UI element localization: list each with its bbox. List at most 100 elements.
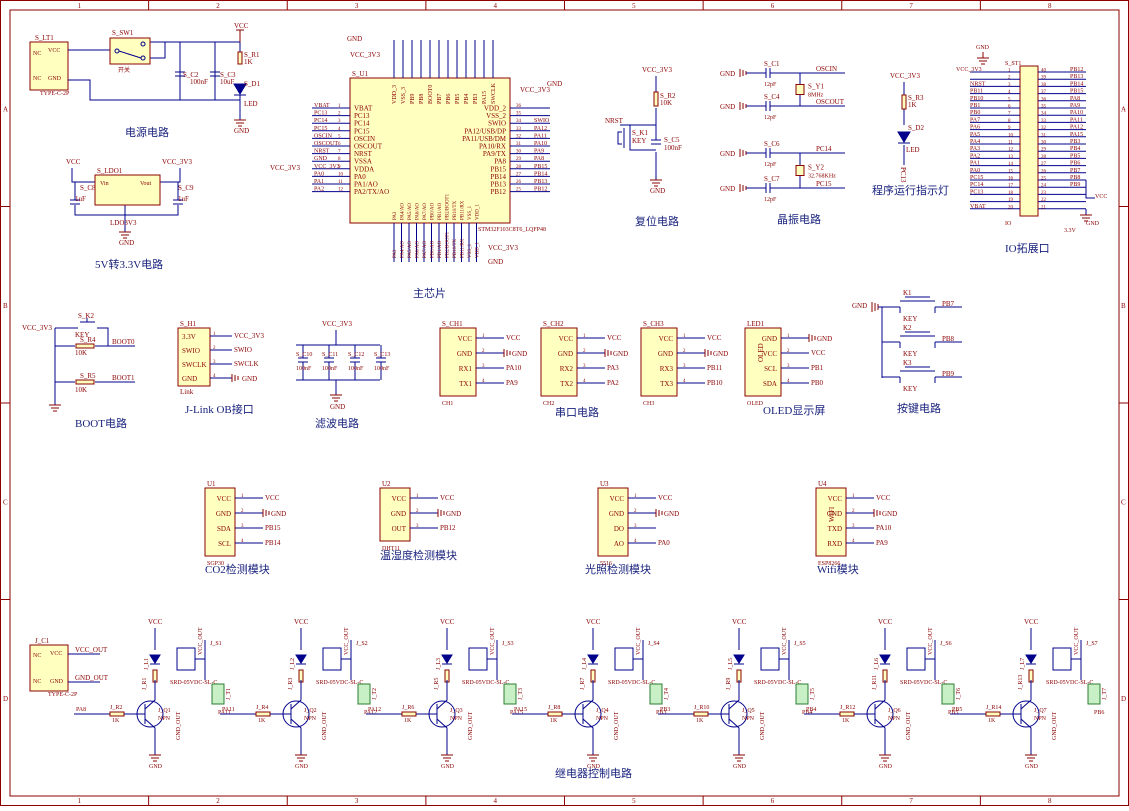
io-gnd: GND xyxy=(976,45,990,51)
header-gnd-sym xyxy=(503,349,511,357)
io-right-net: PB3 xyxy=(1070,139,1080,145)
relay-jack-nc1: NC xyxy=(33,653,41,659)
relay-part: SRD-05VDC-SL-C xyxy=(316,680,363,686)
io-left-num: 3 xyxy=(1008,83,1011,88)
header-net: VCC xyxy=(265,494,280,502)
header-net: VCC xyxy=(607,334,622,342)
crystal-gnd: GND xyxy=(720,70,735,78)
frame-row-right: A xyxy=(1121,105,1126,113)
io-right-net: PA15 xyxy=(1070,132,1083,138)
res-r1-val: 1K xyxy=(244,58,253,66)
ldo-vin: Vin xyxy=(100,181,109,187)
io-left-num: 4 xyxy=(1008,90,1011,95)
ldo-part: LDO3V3 xyxy=(110,219,137,227)
relay-terminal-ref: J_T5 xyxy=(810,688,816,700)
io-right-num: 40 xyxy=(1041,69,1047,74)
frame-col-top: 1 xyxy=(78,2,82,10)
io-right-num: 31 xyxy=(1041,133,1047,138)
header-net: PB15 xyxy=(265,524,281,532)
key-net: PB7 xyxy=(942,300,955,308)
filter-gnd-sym xyxy=(330,394,342,402)
jlink-pin: GND xyxy=(182,375,197,383)
header-pin: SDA xyxy=(763,380,777,388)
header-pin: VCC xyxy=(659,335,674,343)
relay-gout: GND_OUT xyxy=(614,711,620,740)
io-right-net: PA9 xyxy=(1070,103,1080,109)
relay-r1-ref: J_R9 xyxy=(726,678,732,690)
jack-vcc: VCC xyxy=(48,48,60,54)
mcu-bottom-label: VSS_1 xyxy=(468,205,473,220)
relay-q-ref: J_Q7 xyxy=(1034,708,1047,714)
io-left-num: 8 xyxy=(1008,119,1011,124)
header-net: GND xyxy=(613,350,628,358)
power-wires xyxy=(68,41,241,120)
crystal-net: PC15 xyxy=(816,180,832,188)
mcu-3v3: VCC_3V3 xyxy=(350,51,380,59)
io-left-net: VBAT xyxy=(970,204,986,210)
key-net: PB9 xyxy=(942,370,955,378)
mcu-bottom-label: VDD_1 xyxy=(476,204,481,220)
jlink-net: GND xyxy=(242,375,257,383)
io-right-net: PA8 xyxy=(1070,96,1080,102)
mcu-3v3-left: VCC_3V3 xyxy=(270,164,300,172)
header-pin: VCC xyxy=(559,335,574,343)
key-val: KEY xyxy=(903,385,917,393)
mcu-top-pin: PA15 xyxy=(482,91,488,104)
key-switch xyxy=(899,366,936,383)
crystal-y-val: 8MHz xyxy=(808,93,824,99)
io-left-num: 19 xyxy=(1008,198,1014,203)
header-pin: TX2 xyxy=(560,380,573,388)
title-power: 电源电路 xyxy=(125,125,169,139)
header-net: PB0 xyxy=(811,379,824,387)
io-3v3b: 3.3V xyxy=(1064,228,1077,234)
mcu-top-pin: PB5 xyxy=(455,94,461,104)
switch-ref: S_SW1 xyxy=(112,29,134,37)
io-left-num: 1 xyxy=(1008,69,1011,74)
io-left-net: NRST xyxy=(970,81,986,87)
relay-q-val: NPN xyxy=(596,716,609,722)
header-pin: VCC xyxy=(392,495,407,503)
header-ref: U1 xyxy=(207,480,216,488)
mcu-ref: S_U1 xyxy=(352,70,368,78)
io-left-num: 13 xyxy=(1008,155,1014,160)
io-right-num: 21 xyxy=(1041,205,1047,210)
crystal-cap-ref: S_C6 xyxy=(764,140,780,148)
io-right-num: 38 xyxy=(1041,83,1047,88)
header-pin: VCC xyxy=(610,495,625,503)
mcu-bottom-pin: PB1/AO xyxy=(438,240,443,258)
ldo-vout: Vout xyxy=(140,181,152,187)
mcu-right-num: 33 xyxy=(516,127,522,132)
mcu-right-num: 25 xyxy=(516,188,522,193)
relay-switch-ref: J_S3 xyxy=(502,641,514,647)
io-left-num: 2 xyxy=(1008,76,1011,81)
mcu-bottom-label: PB10/TX xyxy=(453,200,458,220)
frame-col-bottom: 2 xyxy=(216,797,220,805)
mcu-bottom-label: PB11/RX xyxy=(461,200,466,220)
io-left-net: PB11 xyxy=(970,89,983,95)
filter-gnd: GND xyxy=(330,403,345,411)
filter-cap-val: 100nF xyxy=(374,366,390,372)
keys-gnd-sym xyxy=(871,302,879,312)
frame-col-bottom: 3 xyxy=(355,797,359,805)
relay-part: SRD-05VDC-SL-C xyxy=(900,680,947,686)
relay-r2-val: 1K xyxy=(112,718,120,724)
relay-led-ref: J_L2 xyxy=(290,658,296,670)
crystal-gnd: GND xyxy=(720,185,735,193)
relay-led xyxy=(879,654,891,665)
header-net: PB12 xyxy=(440,524,456,532)
relay-vout: VCC_OUT xyxy=(490,627,496,655)
relay-part: SRD-05VDC-SL-C xyxy=(608,680,655,686)
relay-q-val: NPN xyxy=(742,716,755,722)
jlink-pin: SWIO xyxy=(182,347,200,355)
reset-3v3: VCC_3V3 xyxy=(642,66,672,74)
reset-key-val: KEY xyxy=(632,137,646,145)
relay-terminal-ref: J_T6 xyxy=(956,688,962,700)
key-net: PB8 xyxy=(942,335,955,343)
relay-r2 xyxy=(255,711,271,717)
io-right-num: 23 xyxy=(1041,191,1047,196)
frame-row-left: A xyxy=(3,105,8,113)
reset-key xyxy=(617,128,625,148)
io-header: S_ST1 IO GND VCC GND 3.3V 1 402 393 384 375 3… xyxy=(956,45,1107,234)
mcu-bottom-pin: PA3 xyxy=(393,249,398,258)
io-left-net: VCC_3V3 xyxy=(956,67,982,73)
